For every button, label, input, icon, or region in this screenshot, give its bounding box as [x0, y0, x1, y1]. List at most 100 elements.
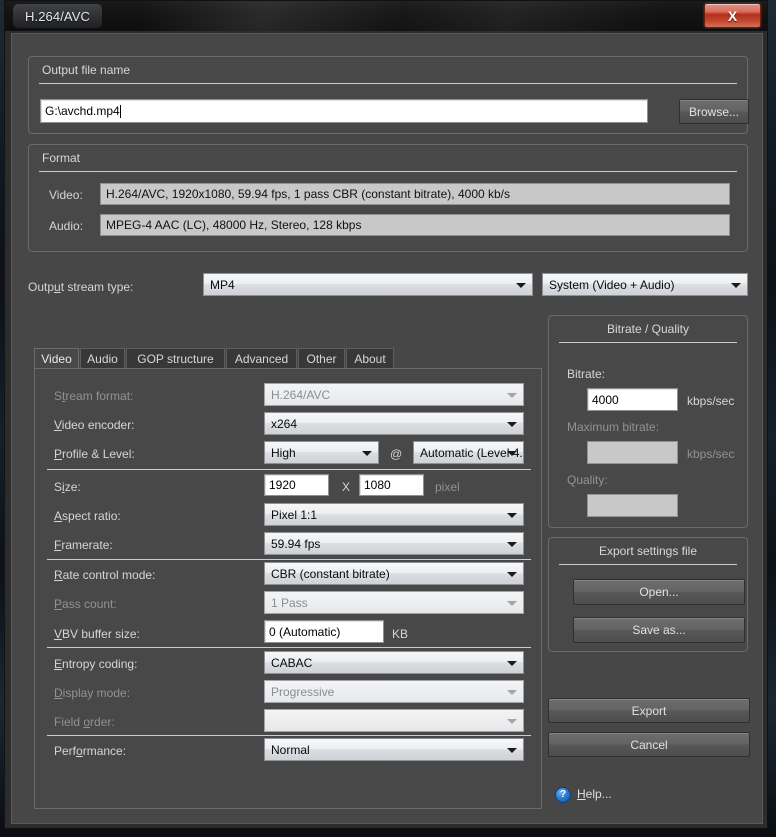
format-audio-text: MPEG-4 AAC (LC), 48000 Hz, Stereo, 128 k… — [106, 218, 362, 232]
stream-format-label: Stream format: — [54, 389, 134, 403]
dialog-body: Output file name G:\avchd.mp4 Browse... … — [11, 33, 763, 824]
profile-at-symbol: @ — [390, 447, 403, 461]
aspect-ratio-label: Aspect ratio: — [54, 509, 121, 523]
tab-video[interactable]: Video — [34, 348, 79, 369]
format-group-title: Format — [42, 151, 81, 165]
close-icon: X — [727, 7, 738, 24]
tab-audio[interactable]: Audio — [80, 348, 125, 368]
tab-other-label: Other — [306, 351, 337, 366]
bitrate-unit-label: kbps/sec — [687, 394, 735, 408]
open-settings-label: Open... — [639, 585, 679, 599]
video-tab-panel: Stream format: H.264/AVC Video encoder: … — [34, 368, 542, 809]
browse-button[interactable]: Browse... — [679, 99, 749, 124]
tab-gop-structure[interactable]: GOP structure — [126, 348, 225, 368]
size-x-label: X — [342, 480, 351, 494]
output-stream-type-select[interactable]: MP4 — [203, 273, 533, 296]
chevron-down-icon — [516, 282, 526, 288]
chevron-down-icon — [507, 747, 517, 753]
bitrate-quality-group-title: Bitrate / Quality — [606, 322, 690, 336]
tab-other[interactable]: Other — [298, 348, 345, 368]
output-file-input[interactable]: G:\avchd.mp4 — [40, 99, 648, 123]
size-height-value: 1080 — [364, 478, 391, 492]
separator-after-vbv — [47, 647, 531, 648]
display-mode-value: Progressive — [271, 684, 335, 699]
size-height-input[interactable]: 1080 — [359, 474, 424, 496]
export-settings-divider — [559, 564, 737, 565]
stream-format-value: H.264/AVC — [271, 387, 331, 402]
profile-select[interactable]: High — [264, 441, 379, 464]
format-audio-value: MPEG-4 AAC (LC), 48000 Hz, Stereo, 128 k… — [100, 214, 730, 236]
help-icon[interactable]: ? — [555, 787, 571, 803]
profile-value: High — [271, 445, 296, 460]
vbv-buffer-size-label: VBV buffer size: — [54, 627, 140, 641]
level-select[interactable]: Automatic (Level 4.2) — [413, 441, 524, 464]
separator-after-field-order — [47, 735, 531, 736]
help-icon-glyph: ? — [559, 789, 567, 800]
rate-control-mode-value: CBR (constant bitrate) — [271, 566, 390, 581]
chevron-down-icon — [507, 392, 517, 398]
aspect-ratio-value: Pixel 1:1 — [271, 507, 318, 522]
window-title: H.264/AVC — [13, 4, 102, 28]
tab-advanced[interactable]: Advanced — [226, 348, 297, 368]
display-mode-label: Display mode: — [54, 686, 131, 700]
field-order-select — [264, 709, 524, 732]
format-video-label: Video: — [49, 188, 83, 202]
field-order-label: Field order: — [54, 715, 115, 729]
video-encoder-select[interactable]: x264 — [264, 412, 524, 435]
size-width-input[interactable]: 1920 — [264, 474, 329, 496]
entropy-coding-select[interactable]: CABAC — [264, 651, 524, 674]
maximum-bitrate-unit-label: kbps/sec — [687, 447, 735, 461]
chevron-down-icon — [507, 660, 517, 666]
size-unit-label: pixel — [435, 480, 460, 494]
chevron-down-icon — [362, 450, 372, 456]
cancel-button-label: Cancel — [630, 737, 668, 752]
cancel-button[interactable]: Cancel — [548, 732, 750, 757]
pass-count-value: 1 Pass — [271, 595, 308, 610]
stream-format-select: H.264/AVC — [264, 383, 524, 406]
tab-about[interactable]: About — [346, 348, 394, 368]
chevron-down-icon — [507, 571, 517, 577]
performance-select[interactable]: Normal — [264, 738, 524, 761]
chevron-down-icon — [507, 421, 517, 427]
tab-gop-structure-label: GOP structure — [137, 351, 214, 366]
output-file-group: Output file name G:\avchd.mp4 Browse... — [28, 56, 749, 134]
video-encoder-value: x264 — [271, 416, 298, 431]
save-settings-label: Save as... — [632, 623, 686, 637]
title-bar[interactable]: H.264/AVC X — [5, 1, 767, 31]
output-file-divider — [39, 83, 737, 84]
framerate-select[interactable]: 59.94 fps — [264, 532, 524, 555]
output-file-value: G:\avchd.mp4 — [45, 104, 120, 118]
output-stream-type-value: MP4 — [210, 277, 235, 292]
format-audio-label: Audio: — [49, 219, 84, 233]
output-stream-type-label: Output stream type: — [28, 280, 134, 294]
maximum-bitrate-input — [587, 441, 678, 464]
bitrate-quality-divider — [559, 342, 737, 343]
help-link[interactable]: Help... — [577, 787, 612, 801]
chevron-down-icon — [507, 600, 517, 606]
aspect-ratio-select[interactable]: Pixel 1:1 — [264, 503, 524, 526]
separator-after-profile — [47, 469, 531, 470]
entropy-coding-label: Entropy coding: — [54, 657, 138, 671]
vbv-unit-label: KB — [392, 627, 409, 641]
format-divider — [39, 171, 737, 172]
browse-button-label: Browse... — [688, 104, 739, 119]
chevron-down-icon — [507, 450, 517, 456]
video-encoder-label: Video encoder: — [54, 418, 135, 432]
quality-input — [587, 494, 678, 517]
quality-label: Quality: — [567, 473, 608, 487]
save-settings-button[interactable]: Save as... — [573, 617, 745, 643]
vbv-buffer-size-input[interactable]: 0 (Automatic) — [264, 620, 384, 643]
bitrate-input[interactable]: 4000 — [587, 388, 678, 411]
format-video-value: H.264/AVC, 1920x1080, 59.94 fps, 1 pass … — [100, 183, 730, 205]
export-settings-group-title: Export settings file — [598, 544, 698, 558]
size-width-value: 1920 — [269, 478, 296, 492]
close-button[interactable]: X — [704, 3, 761, 28]
stream-mux-select[interactable]: System (Video + Audio) — [542, 273, 748, 296]
rate-control-mode-select[interactable]: CBR (constant bitrate) — [264, 562, 524, 585]
open-settings-button[interactable]: Open... — [573, 579, 745, 605]
export-button[interactable]: Export — [548, 698, 750, 723]
output-file-group-title: Output file name — [42, 63, 131, 77]
size-label: Size: — [54, 480, 81, 494]
performance-label: Performance: — [54, 744, 127, 758]
format-video-text: H.264/AVC, 1920x1080, 59.94 fps, 1 pass … — [106, 187, 511, 201]
